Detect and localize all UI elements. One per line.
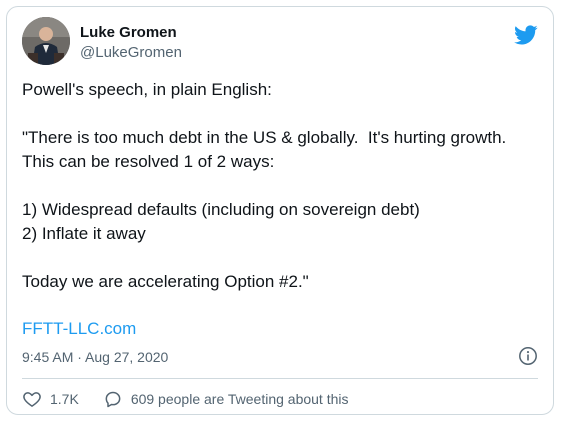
tweet-text: Powell's speech, in plain English: "Ther…: [22, 78, 542, 294]
tweet-link[interactable]: FFTT-LLC.com: [22, 317, 136, 341]
tweet-line: 2) Inflate it away: [22, 224, 146, 243]
author-handle[interactable]: @LukeGromen: [80, 44, 182, 61]
heart-icon: [23, 392, 41, 407]
tweet-line: Today we are accelerating Option #2.": [22, 272, 309, 291]
twitter-bird-icon[interactable]: [514, 23, 538, 47]
tweet-timestamp[interactable]: 9:45 AM · Aug 27, 2020: [22, 347, 168, 367]
author-name[interactable]: Luke Gromen: [80, 24, 177, 41]
like-count: 1.7K: [50, 391, 79, 407]
tweet-line: "There is too much debt in the US & glob…: [22, 128, 516, 171]
like-button[interactable]: 1.7K: [22, 389, 79, 409]
tweet-line: Powell's speech, in plain English:: [22, 80, 272, 99]
speech-bubble-icon: [105, 391, 121, 408]
avatar-image: [22, 17, 70, 65]
divider: [22, 378, 538, 379]
tweet-actions: 1.7K 609 people are Tweeting about this: [22, 387, 349, 411]
conversation-text: 609 people are Tweeting about this: [130, 391, 349, 407]
avatar[interactable]: [22, 17, 70, 65]
info-icon[interactable]: [518, 346, 538, 366]
conversation-button[interactable]: 609 people are Tweeting about this: [103, 389, 349, 409]
tweet-line: 1) Widespread defaults (including on sov…: [22, 200, 420, 219]
tweet-card[interactable]: Luke Gromen @LukeGromen Powell's speech,…: [6, 6, 554, 415]
tweet-header: Luke Gromen @LukeGromen: [22, 17, 538, 69]
